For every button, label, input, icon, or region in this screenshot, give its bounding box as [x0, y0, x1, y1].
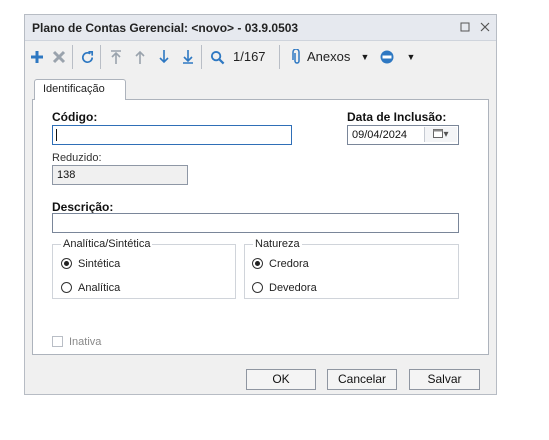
tab-panel: Código: Data de Inclusão: 09/04/2024 ▾ R…: [32, 99, 489, 355]
radio-credora[interactable]: Credora: [252, 258, 309, 270]
analitica-sintetica-legend: Analítica/Sintética: [63, 238, 151, 250]
reduzido-field: 138: [52, 165, 188, 185]
title-bar[interactable]: Plano de Contas Gerencial: <novo> - 03.9…: [25, 15, 496, 41]
attachments-button[interactable]: Anexos: [307, 49, 350, 64]
dialog-window: Plano de Contas Gerencial: <novo> - 03.9…: [24, 14, 497, 395]
first-icon[interactable]: [107, 48, 125, 66]
calendar-icon[interactable]: ▾: [424, 127, 457, 142]
radio-devedora[interactable]: Devedora: [252, 282, 317, 294]
tab-identificacao[interactable]: Identificação: [34, 79, 126, 100]
close-icon[interactable]: [477, 19, 493, 35]
inativa-checkbox[interactable]: Inativa: [52, 336, 101, 348]
report-icon[interactable]: [378, 48, 396, 66]
codigo-label: Código:: [52, 110, 98, 124]
refresh-icon[interactable]: [78, 48, 96, 66]
codigo-field[interactable]: [52, 125, 292, 145]
reduzido-label: Reduzido:: [52, 152, 102, 164]
toolbar-separator: [201, 45, 202, 69]
toolbar-separator: [100, 45, 101, 69]
radio-selected-icon: [252, 258, 263, 269]
toolbar-separator: [72, 45, 73, 69]
maximize-icon[interactable]: [457, 19, 473, 35]
paperclip-icon[interactable]: [288, 48, 306, 66]
data-inclusao-field[interactable]: 09/04/2024 ▾: [347, 125, 459, 145]
next-icon[interactable]: [155, 48, 173, 66]
data-inclusao-value: 09/04/2024: [352, 129, 408, 141]
data-inclusao-label: Data de Inclusão:: [347, 110, 447, 124]
radio-unselected-icon: [61, 282, 72, 293]
last-icon[interactable]: [179, 48, 197, 66]
previous-icon[interactable]: [131, 48, 149, 66]
radio-sintetica[interactable]: Sintética: [61, 258, 120, 270]
text-caret: [56, 129, 57, 141]
radio-analitica[interactable]: Analítica: [61, 282, 120, 294]
descricao-field[interactable]: [52, 213, 459, 233]
window-title: Plano de Contas Gerencial: <novo> - 03.9…: [32, 21, 299, 35]
search-icon[interactable]: [208, 48, 226, 66]
descricao-label: Descrição:: [52, 200, 114, 214]
radio-selected-icon: [61, 258, 72, 269]
toolbar: 1/167 Anexos ▼ ▼: [25, 41, 496, 73]
natureza-legend: Natureza: [255, 238, 300, 250]
toolbar-separator: [279, 45, 280, 69]
add-icon[interactable]: [28, 48, 46, 66]
radio-unselected-icon: [252, 282, 263, 293]
ok-button[interactable]: OK: [246, 369, 316, 390]
report-dropdown-icon[interactable]: ▼: [402, 48, 420, 66]
record-counter: 1/167: [233, 49, 266, 64]
save-button[interactable]: Salvar: [409, 369, 480, 390]
cancel-button[interactable]: Cancelar: [327, 369, 397, 390]
checkbox-icon: [52, 336, 63, 347]
delete-icon[interactable]: [50, 48, 68, 66]
attachments-dropdown-icon[interactable]: ▼: [356, 48, 374, 66]
